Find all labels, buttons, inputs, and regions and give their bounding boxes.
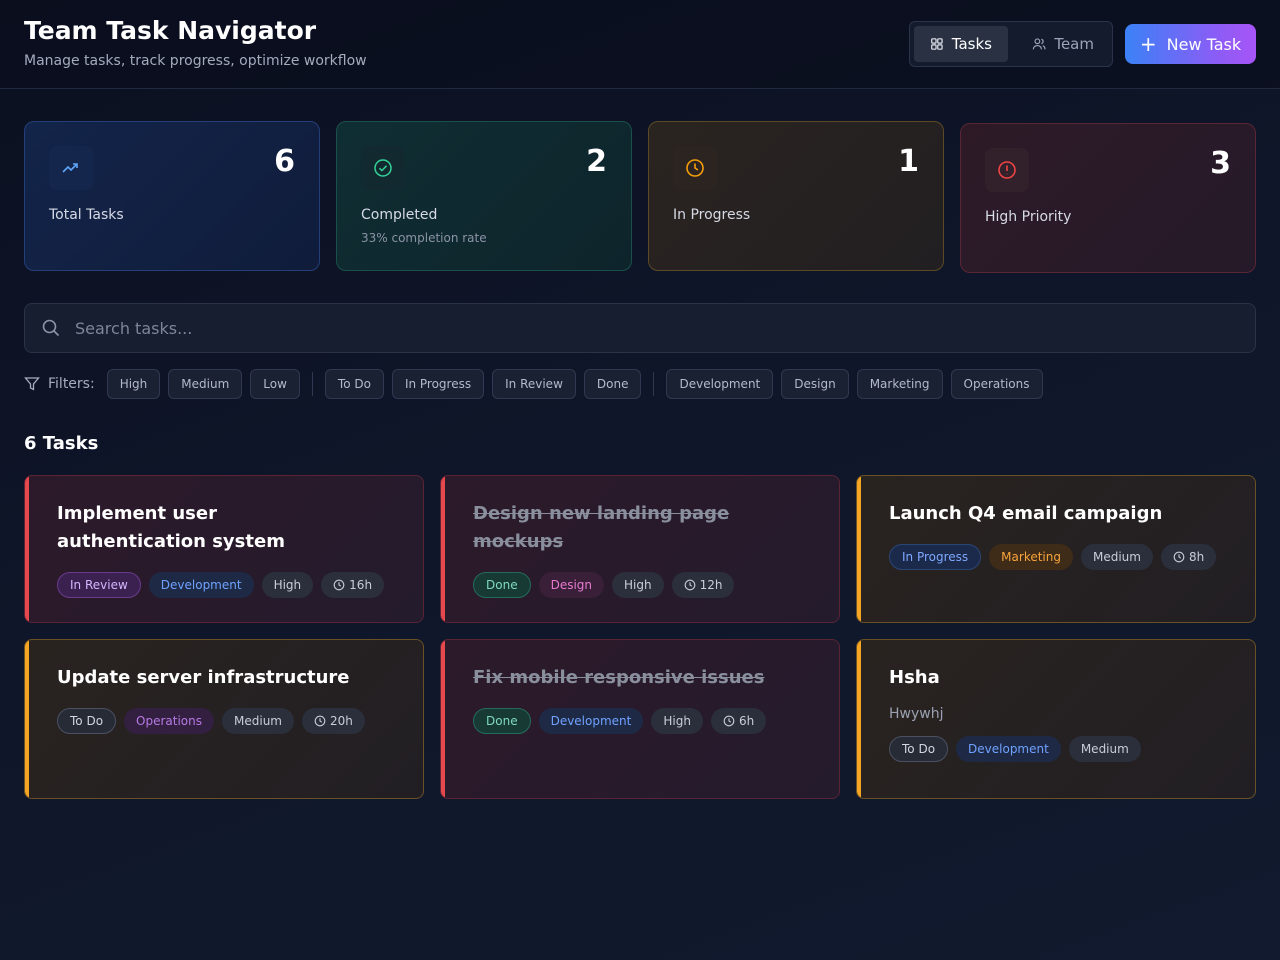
stat-in-progress-label: In Progress [673, 207, 751, 223]
task-title: Launch Q4 email campaign [889, 503, 1163, 524]
task-title: Fix mobile responsive issues [473, 667, 765, 688]
clock-icon [333, 579, 345, 591]
hours-badge: 16h [321, 572, 385, 598]
clock-icon [1173, 551, 1185, 563]
view-toggle: Tasks Team [909, 21, 1113, 67]
filter-icon [24, 377, 40, 391]
search-bar [24, 303, 1256, 353]
task-description: Hwywhj [889, 706, 944, 722]
hours-badge: 12h [671, 572, 735, 598]
tab-team[interactable]: Team [1016, 26, 1110, 62]
priority-badge: Medium [1080, 544, 1153, 570]
check-circle-icon [361, 146, 405, 190]
clock-icon [684, 579, 695, 591]
filter-category-marketing[interactable]: Marketing [856, 369, 943, 399]
status-badge: In Progress [889, 544, 982, 570]
status-badge: Done [473, 572, 531, 598]
stat-total-label: Total Tasks [49, 207, 124, 223]
clock-icon [314, 715, 326, 727]
stat-card-completed: 2 Completed 33% completion rate [336, 121, 632, 271]
tab-tasks-label: Tasks [951, 35, 992, 53]
priority-badge: High [612, 572, 664, 598]
hours-value: 20h [330, 714, 353, 728]
task-title: Implement user authentication system [57, 503, 285, 552]
stat-completed-rate: 33% completion rate [361, 231, 487, 245]
filter-priority-medium[interactable]: Medium [168, 369, 243, 399]
priority-badge: Medium [222, 708, 294, 734]
stat-card-high-priority: 3 High Priority [960, 123, 1256, 273]
task-card[interactable]: Implement user authentication system In … [24, 475, 424, 623]
users-icon [1032, 38, 1046, 50]
alert-circle-icon [985, 148, 1029, 192]
filter-priority-low[interactable]: Low [250, 369, 300, 399]
tab-tasks[interactable]: Tasks [914, 26, 1008, 62]
task-card[interactable]: Update server infrastructure To Do Opera… [24, 639, 424, 799]
task-card[interactable]: Hsha Hwywhj To Do Development Medium [856, 639, 1256, 799]
hours-value: 16h [349, 578, 373, 592]
filter-divider [653, 372, 655, 396]
stat-card-in-progress: 1 In Progress [648, 121, 944, 271]
stat-high-priority-value: 3 [1210, 146, 1231, 181]
filter-category-development[interactable]: Development [666, 369, 774, 399]
filter-status-done[interactable]: Done [583, 369, 642, 399]
filter-status-in-progress[interactable]: In Progress [391, 369, 485, 399]
filter-status-in-review[interactable]: In Review [492, 369, 576, 399]
priority-badge: High [261, 572, 314, 598]
category-badge: Design [538, 572, 605, 598]
filters-label: Filters: [48, 376, 95, 392]
hours-badge: 8h [1160, 544, 1217, 570]
tasks-count-title: 6 Tasks [24, 433, 99, 454]
filter-bar: Filters: High Medium Low To Do In Progre… [24, 369, 1051, 399]
app-header: Team Task Navigator Manage tasks, track … [0, 0, 1280, 89]
clock-icon [673, 146, 717, 190]
category-badge: Development [148, 572, 254, 598]
task-card[interactable]: Launch Q4 email campaign In Progress Mar… [856, 475, 1256, 623]
task-title: Design new landing page mockups [473, 503, 730, 552]
filter-status-todo[interactable]: To Do [324, 369, 384, 399]
hours-badge: 20h [302, 708, 365, 734]
stat-total-value: 6 [274, 144, 295, 179]
hours-value: 6h [738, 714, 755, 728]
stat-high-priority-label: High Priority [985, 209, 1072, 225]
task-title: Hsha [889, 667, 940, 688]
grid-icon [931, 38, 943, 50]
filter-divider [311, 372, 313, 396]
tab-team-label: Team [1054, 35, 1094, 53]
clock-icon [723, 715, 735, 727]
task-card[interactable]: Design new landing page mockups Done Des… [440, 475, 840, 623]
status-badge: Done [473, 708, 531, 734]
app-subtitle: Manage tasks, track progress, optimize w… [24, 53, 367, 69]
stat-completed-value: 2 [586, 144, 607, 179]
stat-completed-label: Completed [361, 207, 438, 223]
task-title: Update server infrastructure [57, 667, 350, 688]
stat-in-progress-value: 1 [898, 144, 919, 179]
new-task-label: New Task [1166, 34, 1242, 54]
category-badge: Marketing [989, 544, 1073, 570]
search-input[interactable] [75, 318, 1175, 338]
status-badge: To Do [889, 736, 949, 762]
stat-card-total: 6 Total Tasks [24, 121, 320, 271]
category-badge: Development [538, 708, 644, 734]
trending-up-icon [49, 146, 93, 190]
search-icon [42, 319, 60, 337]
category-badge: Development [956, 736, 1061, 762]
plus-icon: + [1139, 32, 1157, 56]
status-badge: To Do [57, 708, 117, 734]
filter-category-design[interactable]: Design [781, 369, 849, 399]
new-task-button[interactable]: + New Task [1125, 24, 1256, 64]
hours-value: 12h [699, 578, 723, 592]
priority-badge: Medium [1068, 736, 1141, 762]
status-badge: In Review [57, 572, 141, 598]
filter-priority-high[interactable]: High [106, 369, 161, 399]
priority-badge: High [651, 708, 703, 734]
hours-badge: 6h [710, 708, 767, 734]
app-title: Team Task Navigator [24, 16, 317, 45]
category-badge: Operations [124, 708, 215, 734]
filter-category-operations[interactable]: Operations [950, 369, 1043, 399]
task-card[interactable]: Fix mobile responsive issues Done Develo… [440, 639, 840, 799]
hours-value: 8h [1188, 550, 1205, 564]
